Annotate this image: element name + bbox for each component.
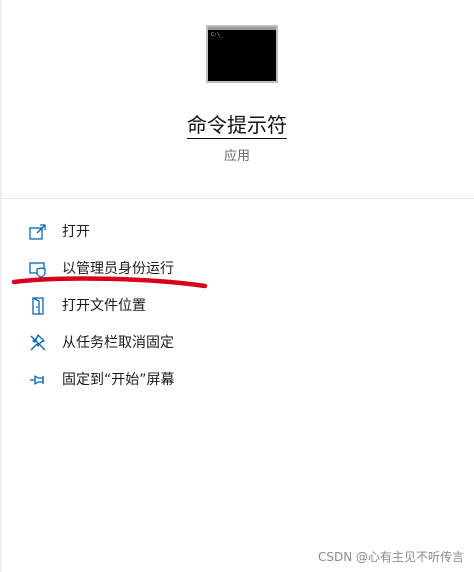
csdn-watermark: CSDN @心有主见不听传言: [317, 550, 464, 564]
admin-shield-icon: [29, 262, 46, 278]
open-icon: [29, 224, 46, 240]
app-title-text[interactable]: 命令提示符: [187, 113, 287, 139]
context-menu: 打开 以管理员身份运行 打开文件位置 从任务栏取消固定 固定到“开始”屏幕: [0, 213, 474, 398]
app-header: C:\_ 命令提示符 应用: [0, 0, 474, 198]
app-type-label: 应用: [223, 149, 250, 164]
unpin-icon: [30, 334, 46, 351]
menu-item-label: 以管理员身份运行: [62, 261, 174, 277]
menu-item-run-as-admin[interactable]: 以管理员身份运行: [0, 250, 474, 287]
console-window-graphic: C:\_: [208, 27, 276, 81]
menu-item-label: 固定到“开始”屏幕: [62, 372, 175, 388]
command-prompt-app-icon[interactable]: C:\_: [206, 25, 278, 83]
header-divider: [0, 198, 474, 199]
start-menu-context-panel: C:\_ 命令提示符 应用 打开 以管理员身份运行 打开文件位置 从任务栏取消固…: [0, 0, 474, 572]
menu-item-pin-to-start[interactable]: 固定到“开始”屏幕: [0, 361, 474, 398]
console-prompt-caption: C:\_: [211, 32, 224, 38]
file-location-icon: [32, 297, 44, 315]
menu-item-unpin-from-taskbar[interactable]: 从任务栏取消固定: [0, 324, 474, 361]
menu-item-label: 打开: [62, 224, 90, 240]
menu-item-open-file-location[interactable]: 打开文件位置: [0, 287, 474, 324]
app-title[interactable]: 命令提示符: [0, 110, 474, 140]
menu-item-open[interactable]: 打开: [0, 213, 474, 250]
pin-icon: [30, 375, 44, 385]
menu-item-label: 从任务栏取消固定: [62, 335, 174, 351]
menu-item-label: 打开文件位置: [62, 298, 146, 314]
